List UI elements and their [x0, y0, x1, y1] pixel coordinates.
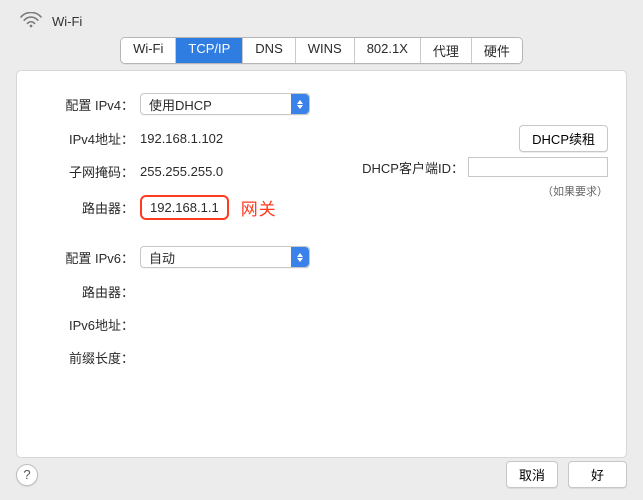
ipv6-prefix-label: 前缀长度	[35, 348, 140, 367]
tab-wins[interactable]: WINS	[296, 38, 355, 63]
dhcp-client-id-label: DHCP客户端ID	[362, 158, 464, 177]
ipv4-router-label: 路由器	[35, 198, 140, 217]
configure-ipv4-value: 使用DHCP	[149, 95, 291, 114]
configure-ipv4-select[interactable]: 使用DHCP	[140, 93, 310, 115]
tab-proxy[interactable]: 代理	[421, 38, 472, 63]
tab-tcpip[interactable]: TCP/IP	[176, 38, 243, 63]
ipv6-router-label: 路由器	[35, 282, 140, 301]
configure-ipv4-label: 配置 IPv4	[35, 95, 140, 114]
configure-ipv6-label: 配置 IPv6	[35, 248, 140, 267]
ipv4-router-value: 192.168.1.1	[150, 200, 219, 215]
window-header: Wi-Fi	[0, 0, 643, 41]
tab-wifi[interactable]: Wi-Fi	[121, 38, 176, 63]
ok-button[interactable]: 好	[568, 461, 627, 488]
ipv6-address-label: IPv6地址	[35, 315, 140, 334]
tab-bar: Wi-Fi TCP/IP DNS WINS 802.1X 代理 硬件	[120, 37, 523, 64]
tcpip-panel: 配置 IPv4 使用DHCP IPv4地址 192.168.1.102 子网掩码…	[16, 70, 627, 458]
select-stepper-icon	[291, 247, 309, 267]
select-stepper-icon	[291, 94, 309, 114]
configure-ipv6-value: 自动	[149, 248, 291, 267]
tab-hardware[interactable]: 硬件	[472, 38, 522, 63]
dhcp-client-id-input[interactable]	[468, 157, 608, 177]
configure-ipv6-select[interactable]: 自动	[140, 246, 310, 268]
router-highlight-box: 192.168.1.1	[140, 195, 229, 220]
dhcp-renew-button[interactable]: DHCP续租	[519, 125, 608, 152]
tab-dns[interactable]: DNS	[243, 38, 295, 63]
gateway-annotation: 网关	[241, 195, 277, 220]
dhcp-client-id-hint: （如果要求）	[542, 183, 608, 199]
help-button[interactable]: ?	[16, 464, 38, 486]
cancel-button[interactable]: 取消	[506, 461, 558, 488]
tab-8021x[interactable]: 802.1X	[355, 38, 421, 63]
wifi-icon	[20, 12, 42, 31]
ipv4-address-label: IPv4地址	[35, 129, 140, 148]
subnet-mask-value: 255.255.255.0	[140, 164, 223, 179]
subnet-mask-label: 子网掩码	[35, 162, 140, 181]
window-title: Wi-Fi	[52, 14, 82, 29]
ipv4-address-value: 192.168.1.102	[140, 131, 223, 146]
